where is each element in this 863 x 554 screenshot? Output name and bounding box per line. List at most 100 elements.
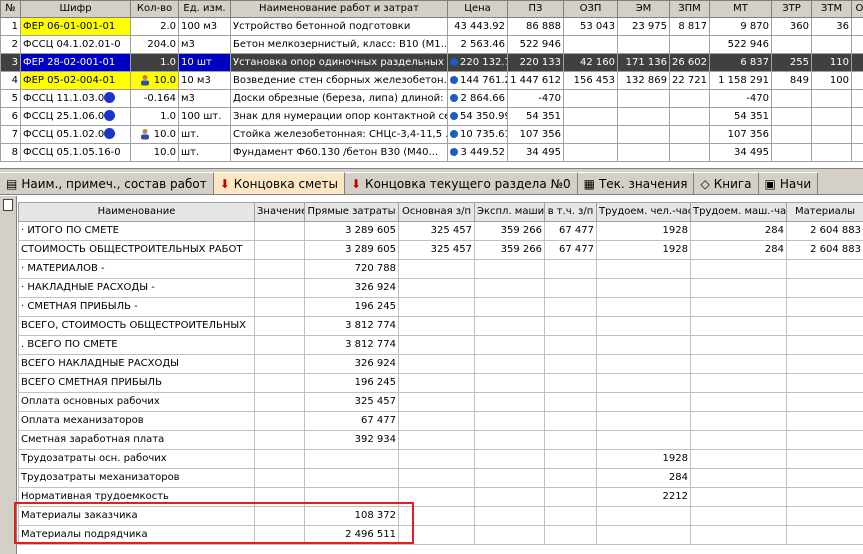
cell-em[interactable]: [617, 107, 670, 126]
summary-cell[interactable]: [544, 354, 597, 374]
cell-name[interactable]: Знак для нумерации опор контактной се...: [230, 107, 448, 126]
cell-n[interactable]: 6: [0, 107, 21, 126]
summary-row[interactable]: ВСЕГО СМЕТНАЯ ПРИБЫЛЬ 196 245: [18, 373, 863, 393]
summary-cell[interactable]: [544, 373, 597, 393]
summary-cell[interactable]: 67 477: [304, 411, 399, 431]
summary-column-header[interactable]: Материалы: [786, 202, 863, 222]
cell-unit[interactable]: шт.: [178, 125, 231, 144]
summary-cell[interactable]: [254, 354, 305, 374]
cell-pz[interactable]: 34 495: [507, 143, 564, 162]
summary-cell[interactable]: 325 457: [398, 221, 475, 241]
summary-cell[interactable]: 3 812 774: [304, 316, 399, 336]
summary-cell[interactable]: [596, 411, 691, 431]
cell-ztr[interactable]: [771, 107, 812, 126]
summary-cell[interactable]: 325 457: [304, 392, 399, 412]
summary-cell[interactable]: [474, 259, 545, 279]
summary-cell[interactable]: [544, 316, 597, 336]
summary-row[interactable]: ВСЕГО НАКЛАДНЫЕ РАСХОДЫ 326 924: [18, 354, 863, 374]
cell-opr[interactable]: 26: [851, 35, 863, 54]
summary-cell[interactable]: [254, 430, 305, 450]
column-header[interactable]: Опр.: [851, 0, 863, 18]
cell-unit[interactable]: м3: [178, 35, 231, 54]
summary-cell[interactable]: 2 604 883: [786, 221, 863, 241]
tab-1[interactable]: ⬇ Концовка сметы: [213, 172, 345, 194]
summary-cell[interactable]: 3 289 605: [304, 221, 399, 241]
summary-cell[interactable]: [596, 297, 691, 317]
summary-cell[interactable]: · НАКЛАДНЫЕ РАСХОДЫ -: [18, 278, 255, 298]
column-header[interactable]: ПЗ: [507, 0, 564, 18]
cell-price[interactable]: 54 350.99: [447, 107, 508, 126]
summary-cell[interactable]: [690, 316, 787, 336]
summary-column-header[interactable]: Прямые затраты: [304, 202, 399, 222]
cell-price[interactable]: 2 864.66: [447, 89, 508, 108]
cell-unit[interactable]: м3: [178, 89, 231, 108]
cell-code[interactable]: ФССЦ 05.1.02.0: [20, 125, 131, 144]
cell-opr[interactable]: 26: [851, 125, 863, 144]
summary-cell[interactable]: [474, 411, 545, 431]
summary-cell[interactable]: [398, 468, 475, 488]
summary-cell[interactable]: [398, 259, 475, 279]
cell-code[interactable]: ФССЦ 25.1.06.0: [20, 107, 131, 126]
cell-n[interactable]: 8: [0, 143, 21, 162]
table-row[interactable]: 7 ФССЦ 05.1.02.0 10.0 шт. Стойка железобетон…: [0, 125, 863, 144]
summary-cell[interactable]: [690, 297, 787, 317]
cell-qty[interactable]: 10.0: [130, 125, 179, 144]
summary-cell[interactable]: [786, 468, 863, 488]
summary-cell[interactable]: [398, 297, 475, 317]
cell-ozp[interactable]: 53 043: [563, 17, 618, 36]
cell-opr[interactable]: 1: [851, 53, 863, 72]
summary-cell[interactable]: [474, 297, 545, 317]
summary-row[interactable]: СТОИМОСТЬ ОБЩЕСТРОИТЕЛЬНЫХ РАБОТ 3 289 60…: [18, 240, 863, 260]
summary-cell[interactable]: · ИТОГО ПО СМЕТЕ: [18, 221, 255, 241]
cell-ozp[interactable]: [563, 143, 618, 162]
summary-cell[interactable]: 67 477: [544, 240, 597, 260]
summary-cell[interactable]: [304, 468, 399, 488]
summary-cell[interactable]: [690, 506, 787, 526]
column-header[interactable]: №: [0, 0, 21, 18]
summary-cell[interactable]: [254, 468, 305, 488]
summary-cell[interactable]: [544, 335, 597, 355]
summary-cell[interactable]: 1928: [596, 449, 691, 469]
summary-cell[interactable]: . ВСЕГО ПО СМЕТЕ: [18, 335, 255, 355]
cell-ztr[interactable]: [771, 35, 812, 54]
summary-row[interactable]: · ИТОГО ПО СМЕТЕ 3 289 605 325 457 359 266 6…: [18, 221, 863, 241]
cell-qty[interactable]: 1.0: [130, 53, 179, 72]
cell-ztr[interactable]: [771, 143, 812, 162]
summary-cell[interactable]: [690, 259, 787, 279]
summary-cell[interactable]: [254, 373, 305, 393]
cell-code[interactable]: ФССЦ 04.1.02.01-0: [20, 35, 131, 54]
summary-cell[interactable]: [596, 430, 691, 450]
summary-cell[interactable]: Трудозатраты осн. рабочих: [18, 449, 255, 469]
summary-cell[interactable]: [690, 525, 787, 545]
summary-cell[interactable]: [690, 468, 787, 488]
summary-cell[interactable]: 359 266: [474, 221, 545, 241]
summary-cell[interactable]: [786, 392, 863, 412]
cell-pz[interactable]: 220 133: [507, 53, 564, 72]
cell-qty[interactable]: 204.0: [130, 35, 179, 54]
summary-cell[interactable]: [596, 335, 691, 355]
summary-cell[interactable]: 284: [690, 221, 787, 241]
cell-mt[interactable]: 54 351: [709, 107, 772, 126]
table-row[interactable]: 5 ФССЦ 11.1.03.0 -0.164 м3 Доски обрезные (б…: [0, 89, 863, 108]
cell-pz[interactable]: 1 447 612: [507, 71, 564, 90]
summary-cell[interactable]: ВСЕГО СМЕТНАЯ ПРИБЫЛЬ: [18, 373, 255, 393]
summary-cell[interactable]: [544, 449, 597, 469]
summary-cell[interactable]: 326 924: [304, 354, 399, 374]
summary-cell[interactable]: [474, 316, 545, 336]
summary-cell[interactable]: [474, 487, 545, 507]
cell-ztm[interactable]: [811, 125, 852, 144]
cell-qty[interactable]: -0.164: [130, 89, 179, 108]
summary-cell[interactable]: Оплата механизаторов: [18, 411, 255, 431]
summary-column-header[interactable]: Основная з/п: [398, 202, 475, 222]
summary-cell[interactable]: [544, 259, 597, 279]
cell-em[interactable]: 132 869: [617, 71, 670, 90]
summary-cell[interactable]: 3 812 774: [304, 335, 399, 355]
summary-cell[interactable]: [596, 259, 691, 279]
summary-cell[interactable]: [254, 316, 305, 336]
summary-column-header[interactable]: Трудоем. чел.-час: [596, 202, 691, 222]
cell-qty[interactable]: 1.0: [130, 107, 179, 126]
summary-cell[interactable]: [474, 278, 545, 298]
summary-cell[interactable]: · СМЕТНАЯ ПРИБЫЛЬ -: [18, 297, 255, 317]
summary-column-header[interactable]: Значение: [254, 202, 305, 222]
summary-cell[interactable]: [398, 373, 475, 393]
